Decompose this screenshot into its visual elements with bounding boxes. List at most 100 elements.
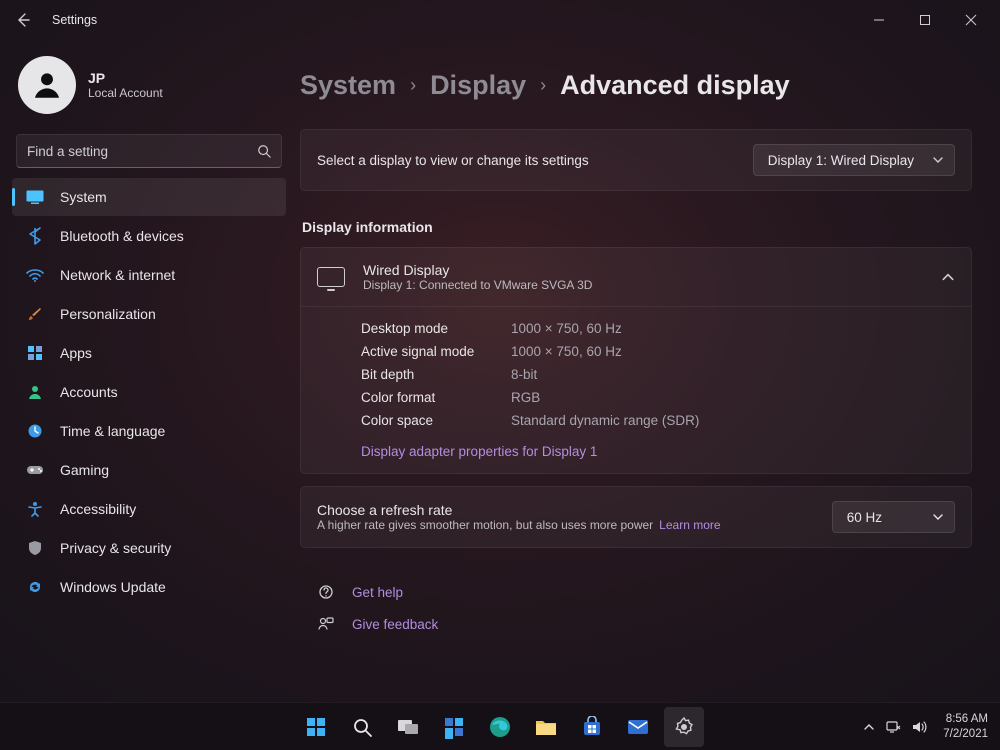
tray-clock[interactable]: 8:56 AM 7/2/2021 bbox=[943, 712, 988, 741]
window-title: Settings bbox=[52, 13, 97, 27]
display-info-card: Wired Display Display 1: Connected to VM… bbox=[300, 247, 972, 474]
nav-label: Apps bbox=[60, 345, 92, 361]
titlebar: Settings bbox=[0, 0, 1000, 40]
kv-key: Bit depth bbox=[361, 367, 511, 382]
maximize-button[interactable] bbox=[902, 4, 948, 36]
nav-label: Time & language bbox=[60, 423, 165, 439]
explorer-button[interactable] bbox=[526, 707, 566, 747]
close-button[interactable] bbox=[948, 4, 994, 36]
nav-update[interactable]: Windows Update bbox=[12, 568, 286, 606]
nav-system[interactable]: System bbox=[12, 178, 286, 216]
nav-label: Accounts bbox=[60, 384, 118, 400]
nav-label: System bbox=[60, 189, 107, 205]
refresh-title: Choose a refresh rate bbox=[317, 502, 816, 518]
chevron-down-icon bbox=[932, 511, 944, 523]
kv-val: RGB bbox=[511, 390, 540, 405]
refresh-rate-card: Choose a refresh rate A higher rate give… bbox=[300, 486, 972, 548]
display-name: Wired Display bbox=[363, 262, 923, 278]
breadcrumb: System › Display › Advanced display bbox=[300, 70, 972, 101]
profile-name: JP bbox=[88, 70, 163, 86]
nav-personalization[interactable]: Personalization bbox=[12, 295, 286, 333]
shield-icon bbox=[26, 539, 44, 557]
nav-accessibility[interactable]: Accessibility bbox=[12, 490, 286, 528]
select-display-card: Select a display to view or change its s… bbox=[300, 129, 972, 191]
start-button[interactable] bbox=[296, 707, 336, 747]
nav-accounts[interactable]: Accounts bbox=[12, 373, 286, 411]
kv-val: 8-bit bbox=[511, 367, 537, 382]
display-info-rows: Desktop mode1000 × 750, 60 Hz Active sig… bbox=[301, 307, 971, 438]
taskbar-center bbox=[296, 707, 704, 747]
search-input[interactable] bbox=[27, 144, 257, 159]
nav-time[interactable]: Time & language bbox=[12, 412, 286, 450]
get-help-link[interactable]: Get help bbox=[300, 576, 972, 608]
kv-key: Color space bbox=[361, 413, 511, 428]
display-info-title: Display information bbox=[302, 219, 972, 235]
dropdown-value: Display 1: Wired Display bbox=[768, 153, 914, 168]
tray-time: 8:56 AM bbox=[943, 712, 988, 726]
tray-volume-icon[interactable] bbox=[911, 720, 927, 734]
breadcrumb-system[interactable]: System bbox=[300, 70, 396, 101]
kv-key: Color format bbox=[361, 390, 511, 405]
learn-more-link[interactable]: Learn more bbox=[659, 518, 720, 532]
chevron-right-icon: › bbox=[410, 75, 416, 96]
display-info-header[interactable]: Wired Display Display 1: Connected to VM… bbox=[301, 248, 971, 307]
breadcrumb-current: Advanced display bbox=[560, 70, 790, 101]
kv-val: Standard dynamic range (SDR) bbox=[511, 413, 699, 428]
chevron-up-icon bbox=[941, 270, 955, 284]
dropdown-value: 60 Hz bbox=[847, 510, 882, 525]
refresh-rate-dropdown[interactable]: 60 Hz bbox=[832, 501, 955, 533]
nav-label: Personalization bbox=[60, 306, 156, 322]
back-button[interactable] bbox=[6, 3, 40, 37]
nav-gaming[interactable]: Gaming bbox=[12, 451, 286, 489]
footer-links: Get help Give feedback bbox=[300, 576, 972, 640]
bluetooth-icon bbox=[26, 227, 44, 245]
refresh-sub: A higher rate gives smoother motion, but… bbox=[317, 518, 816, 532]
nav-bluetooth[interactable]: Bluetooth & devices bbox=[12, 217, 286, 255]
tray-chevron-up-icon[interactable] bbox=[863, 721, 875, 733]
select-display-label: Select a display to view or change its s… bbox=[317, 153, 753, 168]
nav-privacy[interactable]: Privacy & security bbox=[12, 529, 286, 567]
link-label: Get help bbox=[352, 585, 403, 600]
minimize-button[interactable] bbox=[856, 4, 902, 36]
sidebar: JP Local Account System Bluetooth & devi… bbox=[0, 40, 300, 702]
profile[interactable]: JP Local Account bbox=[8, 50, 290, 132]
nav-network[interactable]: Network & internet bbox=[12, 256, 286, 294]
monitor-icon bbox=[317, 267, 345, 287]
give-feedback-link[interactable]: Give feedback bbox=[300, 608, 972, 640]
profile-account: Local Account bbox=[88, 86, 163, 100]
nav-label: Windows Update bbox=[60, 579, 166, 595]
feedback-icon bbox=[318, 616, 336, 632]
gamepad-icon bbox=[26, 461, 44, 479]
chevron-down-icon bbox=[932, 154, 944, 166]
edge-button[interactable] bbox=[480, 707, 520, 747]
kv-val: 1000 × 750, 60 Hz bbox=[511, 321, 622, 336]
search-icon bbox=[257, 144, 271, 158]
nav-label: Gaming bbox=[60, 462, 109, 478]
store-button[interactable] bbox=[572, 707, 612, 747]
taskview-button[interactable] bbox=[388, 707, 428, 747]
kv-key: Desktop mode bbox=[361, 321, 511, 336]
accessibility-icon bbox=[26, 500, 44, 518]
widgets-button[interactable] bbox=[434, 707, 474, 747]
adapter-properties-link[interactable]: Display adapter properties for Display 1 bbox=[301, 438, 971, 473]
nav: System Bluetooth & devices Network & int… bbox=[8, 178, 290, 606]
brush-icon bbox=[26, 305, 44, 323]
nav-label: Privacy & security bbox=[60, 540, 171, 556]
tray-date: 7/2/2021 bbox=[943, 727, 988, 741]
nav-label: Bluetooth & devices bbox=[60, 228, 184, 244]
search-button[interactable] bbox=[342, 707, 382, 747]
link-label: Give feedback bbox=[352, 617, 438, 632]
search-box[interactable] bbox=[16, 134, 282, 168]
nav-apps[interactable]: Apps bbox=[12, 334, 286, 372]
display-dropdown[interactable]: Display 1: Wired Display bbox=[753, 144, 955, 176]
kv-key: Active signal mode bbox=[361, 344, 511, 359]
tray-network-icon[interactable] bbox=[885, 720, 901, 734]
clock-icon bbox=[26, 422, 44, 440]
breadcrumb-display[interactable]: Display bbox=[430, 70, 526, 101]
settings-button[interactable] bbox=[664, 707, 704, 747]
kv-val: 1000 × 750, 60 Hz bbox=[511, 344, 622, 359]
help-icon bbox=[318, 584, 336, 600]
chevron-right-icon: › bbox=[540, 75, 546, 96]
mail-button[interactable] bbox=[618, 707, 658, 747]
display-sub: Display 1: Connected to VMware SVGA 3D bbox=[363, 278, 923, 292]
